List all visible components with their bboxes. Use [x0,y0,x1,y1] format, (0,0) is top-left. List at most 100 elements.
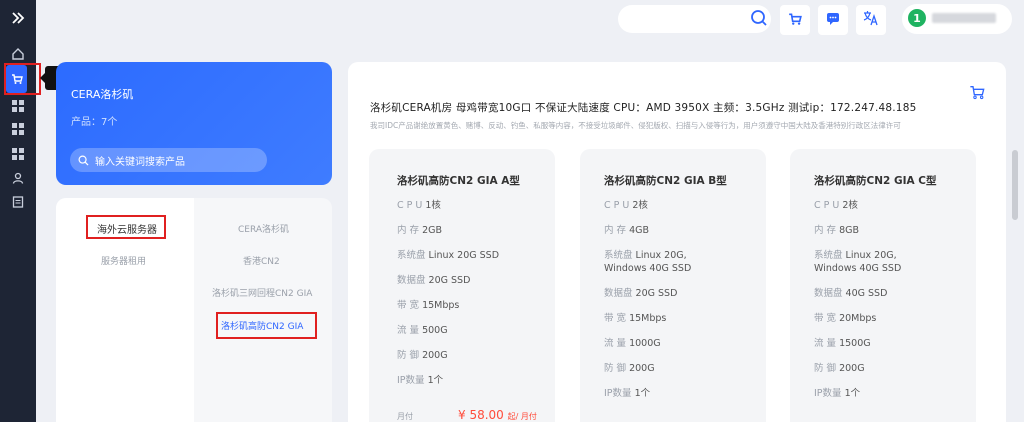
spec-key: 防 御 [814,363,837,374]
spec-key: C P U [814,200,840,211]
cart-icon [788,11,802,30]
grid-icon[interactable] [8,119,28,139]
spec-key: IP数量 [604,388,632,399]
spec-value: 15Mbps [629,313,667,324]
cart-button[interactable] [780,5,810,35]
spec-value: 1个 [844,388,861,399]
grid-icon[interactable] [8,96,28,116]
plan-spec-row: 系统盘 Linux 20G, [604,250,687,262]
document-icon[interactable] [8,192,28,212]
spec-value: 1000G [629,338,661,349]
home-icon[interactable] [8,44,28,64]
spec-value: 20G SSD [428,275,471,286]
spec-key: 系统盘 [397,250,426,261]
plan-spec-row: 流 量 1000G [604,338,661,350]
plan-spec-row: 数据盘 20G SSD [604,288,677,300]
spec-key: 带 宽 [397,300,420,311]
plan-spec-row: 带 宽 15Mbps [604,313,666,325]
spec-value: 2GB [422,225,442,236]
billing-cycle-label: 月付 [397,412,413,421]
plan-spec-row: Windows 40G SSD [604,263,691,275]
product-count: 产品：7个 [71,117,118,128]
spec-key: IP数量 [814,388,842,399]
page-scrollbar[interactable] [1012,150,1018,220]
plan-spec-row: 带 宽 15Mbps [397,300,459,312]
spec-value: 8GB [839,225,859,236]
spec-key: 内 存 [397,225,420,236]
spec-key: 防 御 [604,363,627,374]
search-icon [78,155,89,166]
spec-value: Linux 20G, [845,250,897,261]
subcategory-cera-la[interactable]: CERA洛杉矶 [238,222,289,235]
plan-price-amount: ¥ 58.00 [458,408,504,422]
subcategory-hk-cn2[interactable]: 香港CN2 [243,254,280,267]
spec-value: Windows 40G SSD [604,263,692,274]
usage-notice: 我司IDC产品谢绝放置黄色、赌博、反动、钓鱼、私服等内容，不接受垃圾邮件、侵犯版… [370,121,901,130]
user-name-blurred [932,13,996,23]
global-search-input[interactable] [618,5,771,33]
chat-icon [826,11,840,30]
spec-value: 2核 [842,200,858,211]
spec-value: 15Mbps [422,300,460,311]
spec-value: 200G [629,363,655,374]
plan-spec-row: Windows 40G SSD [814,263,901,275]
spec-key: 防 御 [397,350,420,361]
spec-key: 流 量 [604,338,627,349]
plan-title: 洛杉矶高防CN2 GIA B型 [604,175,727,187]
spec-key: 流 量 [397,325,420,336]
spec-key: 数据盘 [814,288,843,299]
spec-key: 流 量 [814,338,837,349]
spec-value: 200G [422,350,448,361]
plan-spec-row: 内 存 4GB [604,225,649,237]
plan-spec-row: 系统盘 Linux 20G, [814,250,897,262]
spec-key: 内 存 [814,225,837,236]
spec-key: 数据盘 [604,288,633,299]
spec-value: 40G SSD [845,288,888,299]
subcategory-la-cn2-gia[interactable]: 洛杉矶三网回程CN2 GIA [212,286,312,299]
user-icon[interactable] [8,168,28,188]
plan-spec-row: 防 御 200G [604,363,655,375]
spec-value: Linux 20G SSD [428,250,500,261]
spec-key: IP数量 [397,375,425,386]
plan-spec-row: 系统盘 Linux 20G SSD [397,250,499,262]
plan-spec-row: 内 存 2GB [397,225,442,237]
expand-icon[interactable] [8,8,28,28]
spec-value: 1个 [427,375,444,386]
spec-key: C P U [604,200,630,211]
spec-key: 内 存 [604,225,627,236]
spec-key: 带 宽 [604,313,627,324]
spec-value: 20G SSD [635,288,678,299]
plan-price-unit: 起/ 月付 [507,412,537,421]
plan-spec-row: C P U 2核 [814,200,858,212]
plan-spec-row: 带 宽 20Mbps [814,313,876,325]
messages-button[interactable] [818,5,848,35]
spec-value: 200G [839,363,865,374]
user-avatar: 1 [908,9,926,27]
spec-value: 4GB [629,225,649,236]
spec-key: 带 宽 [814,313,837,324]
plan-spec-row: 流 量 1500G [814,338,871,350]
language-button[interactable] [856,5,886,35]
cart-icon[interactable] [969,84,985,104]
plan-title: 洛杉矶高防CN2 GIA A型 [397,175,520,187]
spec-value: Linux 20G, [635,250,687,261]
plan-title: 洛杉矶高防CN2 GIA C型 [814,175,937,187]
plan-card-b[interactable] [580,149,766,422]
product-group-title: CERA洛杉矶 [71,88,134,101]
spec-key: 系统盘 [814,250,843,261]
plan-card-c[interactable] [790,149,976,422]
translate-icon [863,10,879,30]
product-search-input[interactable]: 输入关键词搜索产品 [70,148,267,172]
spec-value: 20Mbps [839,313,877,324]
product-search-placeholder: 输入关键词搜索产品 [95,156,185,168]
plan-spec-row: 内 存 8GB [814,225,859,237]
spec-value: Windows 40G SSD [814,263,902,274]
highlight-box [86,215,166,239]
category-server-rental[interactable]: 服务器租用 [101,254,146,267]
grid-icon[interactable] [8,144,28,164]
spec-key: C P U [397,200,423,211]
plan-spec-row: 防 御 200G [814,363,865,375]
spec-key: 系统盘 [604,250,633,261]
spec-value: 500G [422,325,448,336]
search-icon[interactable] [750,9,768,31]
